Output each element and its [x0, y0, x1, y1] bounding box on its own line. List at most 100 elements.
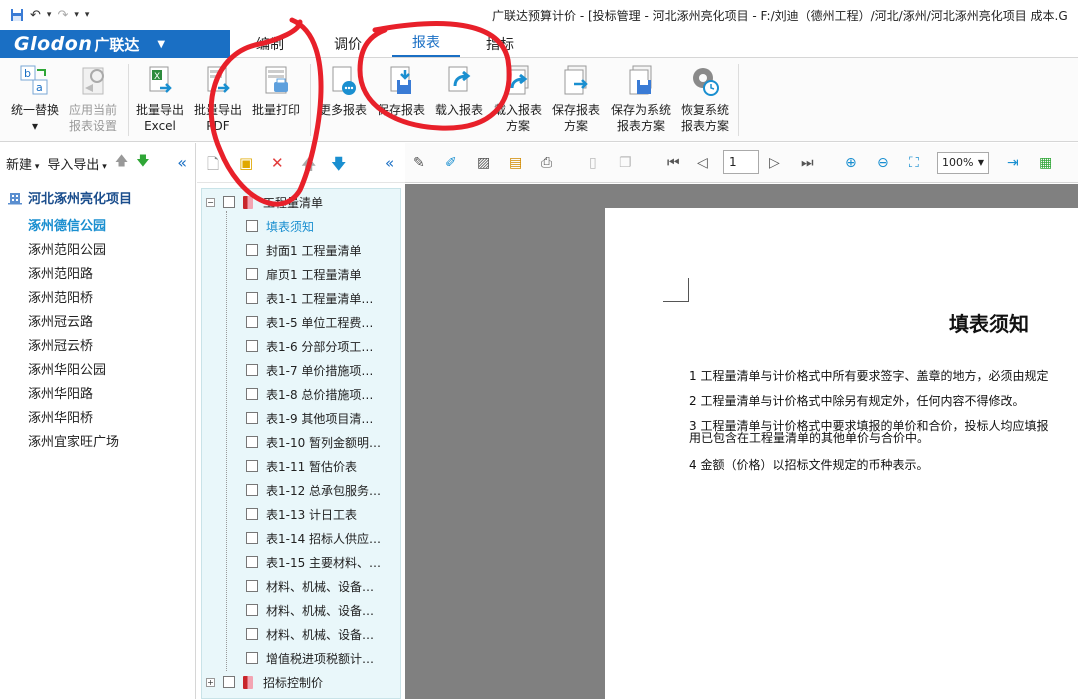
project-item[interactable]: 涿州冠云桥: [28, 335, 93, 354]
checkbox[interactable]: [246, 412, 258, 424]
apply-settings-button[interactable]: 应用当前 报表设置: [62, 64, 124, 134]
checkbox[interactable]: [246, 268, 258, 280]
tree-item[interactable]: 表1-11 暂估价表: [246, 455, 357, 477]
customize-qa-icon[interactable]: ▾: [85, 10, 90, 20]
project-item[interactable]: 涿州范阳公园: [28, 239, 106, 258]
tab-adjust[interactable]: 调价: [334, 34, 362, 54]
load-report-button[interactable]: 载入报表: [428, 64, 490, 118]
redo-icon[interactable]: ↷: [57, 8, 68, 23]
first-page-icon[interactable]: ⏮: [667, 155, 680, 171]
unified-replace-button[interactable]: ba 统一替换 ▾: [4, 64, 66, 134]
project-item[interactable]: 涿州华阳桥: [28, 407, 93, 426]
project-item[interactable]: 涿州华阳路: [28, 383, 93, 402]
tree-item[interactable]: 表1-9 其他项目清…: [246, 407, 373, 429]
more-reports-button[interactable]: 更多报表: [312, 64, 374, 118]
checkbox[interactable]: [246, 220, 258, 232]
checkbox[interactable]: [223, 196, 235, 208]
tree-item[interactable]: 表1-8 总价措施项…: [246, 383, 373, 405]
tree-item[interactable]: 表1-13 计日工表: [246, 503, 357, 525]
edit-icon[interactable]: ✎: [413, 155, 425, 171]
zoom-in-icon[interactable]: ⊕: [845, 155, 857, 171]
project-item[interactable]: 涿州宜家旺广场: [28, 431, 119, 450]
checkbox[interactable]: [246, 316, 258, 328]
layout-icon[interactable]: ▦: [1039, 155, 1052, 171]
project-root[interactable]: 河北涿州亮化项目: [8, 188, 132, 207]
dropdown-icon[interactable]: ▾: [74, 10, 79, 20]
checkbox[interactable]: [246, 556, 258, 568]
tree-item[interactable]: 表1-1 工程量清单…: [246, 287, 373, 309]
tree-item[interactable]: 表1-10 暂列金额明…: [246, 431, 381, 453]
collapse-panel-icon[interactable]: «: [385, 154, 394, 172]
tree-item[interactable]: 材料、机械、设备…: [246, 599, 374, 621]
print-icon[interactable]: ⎙: [541, 155, 552, 171]
move-up-icon[interactable]: 🡅: [115, 152, 128, 174]
export-icon[interactable]: ⇥: [1007, 155, 1019, 171]
tree-group[interactable]: + 招标控制价: [206, 671, 323, 693]
checkbox[interactable]: [246, 604, 258, 616]
insert-report-icon[interactable]: ▣: [239, 154, 253, 172]
page-number-input[interactable]: 1: [723, 150, 759, 174]
tree-item[interactable]: 表1-12 总承包服务…: [246, 479, 381, 501]
project-item[interactable]: 涿州华阳公园: [28, 359, 106, 378]
undo-icon[interactable]: ↶: [30, 8, 41, 23]
restore-system-scheme-button[interactable]: 恢复系统 报表方案: [674, 64, 736, 134]
fit-page-icon[interactable]: ⛶: [909, 155, 919, 171]
tab-indicators[interactable]: 指标: [486, 34, 514, 54]
tab-edit[interactable]: 编制: [256, 34, 284, 54]
delete-icon[interactable]: ✕: [271, 154, 284, 172]
collapse-panel-icon[interactable]: «: [177, 153, 187, 172]
tree-item[interactable]: 表1-6 分部分项工…: [246, 335, 373, 357]
tree-item[interactable]: 表1-5 单位工程费…: [246, 311, 373, 333]
checkbox[interactable]: [246, 532, 258, 544]
tree-item[interactable]: 增值税进项税额计…: [246, 647, 374, 669]
zoom-out-icon[interactable]: ⊖: [877, 155, 889, 171]
project-item[interactable]: 涿州范阳桥: [28, 287, 93, 306]
save-icon[interactable]: [10, 8, 24, 22]
tree-item[interactable]: 表1-7 单价措施项…: [246, 359, 373, 381]
expand-icon[interactable]: +: [206, 677, 215, 687]
batch-export-pdf-button[interactable]: 批量导出 PDF: [187, 64, 249, 134]
move-down-icon[interactable]: 🡇: [136, 152, 149, 174]
tree-item[interactable]: 填表须知: [246, 215, 314, 237]
project-item[interactable]: 涿州德信公园: [28, 215, 106, 234]
project-item[interactable]: 涿州范阳路: [28, 263, 93, 282]
tree-item[interactable]: 封面1 工程量清单: [246, 239, 361, 261]
checkbox[interactable]: [246, 652, 258, 664]
report-edit-icon[interactable]: ▤: [509, 155, 522, 171]
checkbox[interactable]: [246, 580, 258, 592]
single-page-icon[interactable]: ▯: [589, 155, 597, 171]
design-icon[interactable]: ✐: [445, 155, 457, 171]
move-down-icon[interactable]: 🡇: [331, 154, 346, 179]
project-item[interactable]: 涿州冠云路: [28, 311, 93, 330]
preview-canvas[interactable]: 填表须知 1 工程量清单与计价格式中所有要求签字、盖章的地方，必须由规定 2 工…: [405, 184, 1078, 699]
tree-item[interactable]: 表1-15 主要材料、…: [246, 551, 381, 573]
checkbox[interactable]: [246, 364, 258, 376]
batch-print-button[interactable]: 批量打印: [245, 64, 307, 118]
zoom-select[interactable]: 100% ▼: [937, 152, 989, 174]
checkbox[interactable]: [246, 460, 258, 472]
new-dropdown[interactable]: 新建 ▾: [6, 154, 39, 173]
tree-item[interactable]: 材料、机械、设备…: [246, 623, 374, 645]
prev-page-icon[interactable]: ◁: [697, 155, 708, 171]
import-export-dropdown[interactable]: 导入导出 ▾: [47, 154, 106, 173]
load-scheme-button[interactable]: 载入报表 方案: [487, 64, 549, 134]
tree-item[interactable]: 表1-14 招标人供应…: [246, 527, 381, 549]
checkbox[interactable]: [246, 628, 258, 640]
checkbox[interactable]: [246, 508, 258, 520]
save-report-button[interactable]: 保存报表: [370, 64, 432, 118]
app-menu-button[interactable]: Glodon 广联达 ▼: [0, 30, 230, 58]
checkbox[interactable]: [246, 484, 258, 496]
checkbox[interactable]: [246, 388, 258, 400]
move-up-icon[interactable]: 🡅: [301, 154, 316, 179]
save-system-scheme-button[interactable]: 保存为系统 报表方案: [608, 64, 674, 134]
tree-item[interactable]: 扉页1 工程量清单: [246, 263, 361, 285]
dropdown-icon[interactable]: ▾: [47, 10, 52, 20]
tree-group[interactable]: − 工程量清单: [206, 191, 323, 213]
tree-item[interactable]: 材料、机械、设备…: [246, 575, 374, 597]
checkbox[interactable]: [246, 340, 258, 352]
collapse-icon[interactable]: −: [206, 197, 215, 207]
checkbox[interactable]: [246, 292, 258, 304]
next-page-icon[interactable]: ▷: [769, 155, 780, 171]
last-page-icon[interactable]: ⏭: [801, 155, 814, 171]
checkbox[interactable]: [246, 436, 258, 448]
